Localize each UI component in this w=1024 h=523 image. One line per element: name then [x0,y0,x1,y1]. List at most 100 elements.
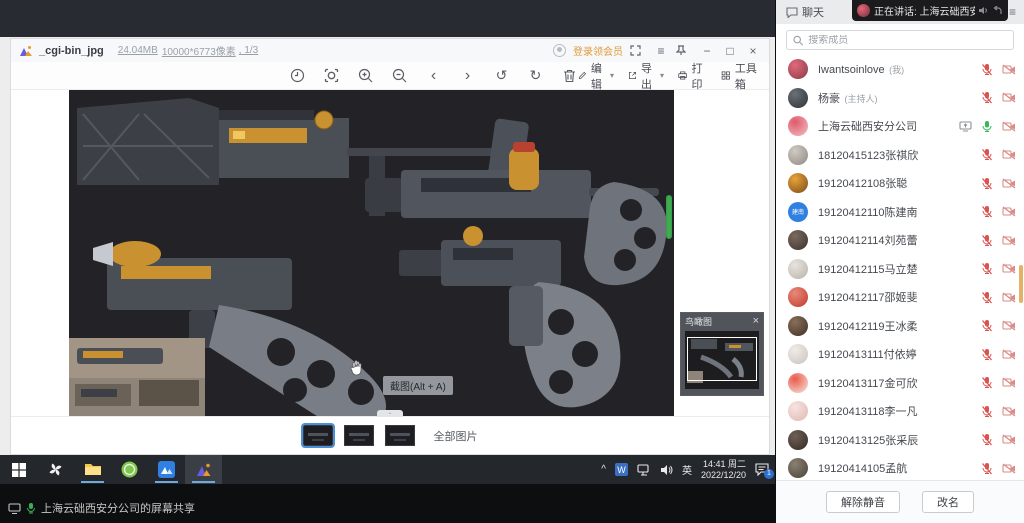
fullscreen-button[interactable] [630,45,646,56]
prev-image-button[interactable]: ‹ [425,67,442,84]
participant-row[interactable]: 19120413111付依婷 [776,340,1024,369]
mic-status-icon[interactable] [981,262,993,275]
mic-status-icon[interactable] [981,405,993,418]
camera-status-icon[interactable] [1002,377,1016,388]
participant-row[interactable]: 19120412115马立楚 [776,255,1024,284]
viewer-canvas[interactable]: 截图(Alt + A) 鸟瞰图 × [11,90,769,416]
edit-button[interactable]: 编辑 ▾ [578,60,614,92]
birdview-viewport[interactable] [687,337,757,381]
filmstrip-collapse-handle[interactable]: ⌄ [377,410,403,417]
participant-row[interactable]: 上海云础西安分公司 [776,112,1024,141]
camera-status-icon[interactable] [1002,206,1016,217]
account-avatar-icon[interactable] [553,44,566,57]
pinwheel-app-icon[interactable] [37,455,74,484]
unmute-button[interactable]: 解除静音 [826,491,900,513]
camera-status-icon[interactable] [1002,463,1016,474]
mic-status-icon[interactable] [981,148,993,161]
camera-status-icon[interactable] [1002,349,1016,360]
shared-desktop-top-strip [0,0,775,37]
mic-status-icon[interactable] [981,291,993,304]
camera-status-icon[interactable] [1002,320,1016,331]
camera-status-icon[interactable] [1002,235,1016,246]
mic-status-icon[interactable] [981,91,993,104]
image-viewer-taskbar-icon[interactable] [185,455,222,484]
menu-button[interactable]: ≡ [653,44,669,58]
zoom-out-icon[interactable] [391,67,408,84]
thumbnail-1[interactable] [303,425,333,446]
close-button[interactable]: × [745,44,761,58]
tray-chevron-icon[interactable]: ^ [601,464,606,475]
restore-button[interactable]: □ [722,44,738,58]
mic-status-icon[interactable] [981,63,993,76]
participant-row[interactable]: 19120412108张聪 [776,169,1024,198]
mic-status-icon[interactable] [981,120,993,133]
tray-app-icon[interactable]: W [615,463,628,476]
participant-row[interactable]: 19120412114刘苑蕾 [776,226,1024,255]
mic-status-icon[interactable] [981,462,993,475]
search-input[interactable] [808,35,1007,46]
next-image-button[interactable]: › [459,67,476,84]
all-images-label[interactable]: 全部图片 [434,428,478,444]
camera-status-icon[interactable] [1002,434,1016,445]
participant-row[interactable]: 18120415123张祺欣 [776,141,1024,170]
delete-icon[interactable] [561,67,578,84]
mic-status-icon[interactable] [981,348,993,361]
blue-app-icon[interactable] [148,455,185,484]
mic-status-icon[interactable] [981,205,993,218]
screenshare-scroll-indicator[interactable] [666,195,672,239]
network-icon[interactable] [637,464,651,476]
thumbnail-2[interactable] [344,425,374,446]
participant-row[interactable]: 19120412117邵姬斐 [776,283,1024,312]
participant-row[interactable]: Iwantsoinlove (我) [776,55,1024,84]
volume-icon[interactable] [660,464,673,476]
camera-status-icon[interactable] [1002,263,1016,274]
rotate-right-icon[interactable]: ↻ [527,67,544,84]
toolbox-button[interactable]: 工具箱 [721,60,759,92]
print-button[interactable]: 打印 [678,60,707,92]
participant-row[interactable]: 19120413118李一凡 [776,397,1024,426]
export-button[interactable]: 导出 ▾ [628,60,664,92]
rename-button[interactable]: 改名 [922,491,974,513]
avatar [788,230,808,250]
pin-button[interactable] [676,45,692,56]
camera-status-icon[interactable] [1002,178,1016,189]
green-app-icon[interactable] [111,455,148,484]
birdview-preview[interactable] [685,331,759,389]
actual-size-icon[interactable] [289,67,306,84]
camera-status-icon[interactable] [1002,64,1016,75]
participant-row[interactable]: 19120413117金可欣 [776,369,1024,398]
mic-status-icon[interactable] [981,177,993,190]
thumbnail-3[interactable] [385,425,415,446]
mic-status-icon[interactable] [981,234,993,247]
birdview-close-icon[interactable]: × [753,315,759,327]
camera-status-icon[interactable] [1002,121,1016,132]
taskbar-clock[interactable]: 14:41 周二 2022/12/20 [701,459,746,480]
membership-link[interactable]: 登录领会员 [573,43,623,58]
file-explorer-icon[interactable] [74,455,111,484]
zoom-in-icon[interactable] [357,67,374,84]
speaker-wave-icon[interactable] [979,6,989,15]
scrollbar-thumb[interactable] [1019,265,1023,303]
participant-name: 19120412117邵姬斐 [818,292,917,304]
mic-status-icon[interactable] [981,376,993,389]
camera-status-icon[interactable] [1002,292,1016,303]
panel-menu-icon[interactable]: ≡ [1009,5,1016,19]
participant-row[interactable]: 建南 19120412110陈建南 [776,198,1024,227]
minimize-button[interactable]: − [699,44,715,58]
camera-status-icon[interactable] [1002,92,1016,103]
participant-row[interactable]: 19120412119王冰柔 [776,312,1024,341]
back-arrow-icon[interactable] [993,6,1003,15]
participant-row[interactable]: 19120414105孟航 [776,454,1024,480]
rotate-left-icon[interactable]: ↺ [493,67,510,84]
mic-status-icon[interactable] [981,319,993,332]
tab-chat[interactable]: 聊天 [786,4,824,20]
fit-screen-icon[interactable] [323,67,340,84]
camera-status-icon[interactable] [1002,149,1016,160]
ime-indicator[interactable]: 英 [682,462,692,477]
participant-row[interactable]: 杨豪 (主持人) [776,84,1024,113]
notification-center-icon[interactable]: 1 [755,463,769,476]
camera-status-icon[interactable] [1002,406,1016,417]
participant-row[interactable]: 19120413125张采辰 [776,426,1024,455]
start-button[interactable] [0,455,37,484]
mic-status-icon[interactable] [981,433,993,446]
